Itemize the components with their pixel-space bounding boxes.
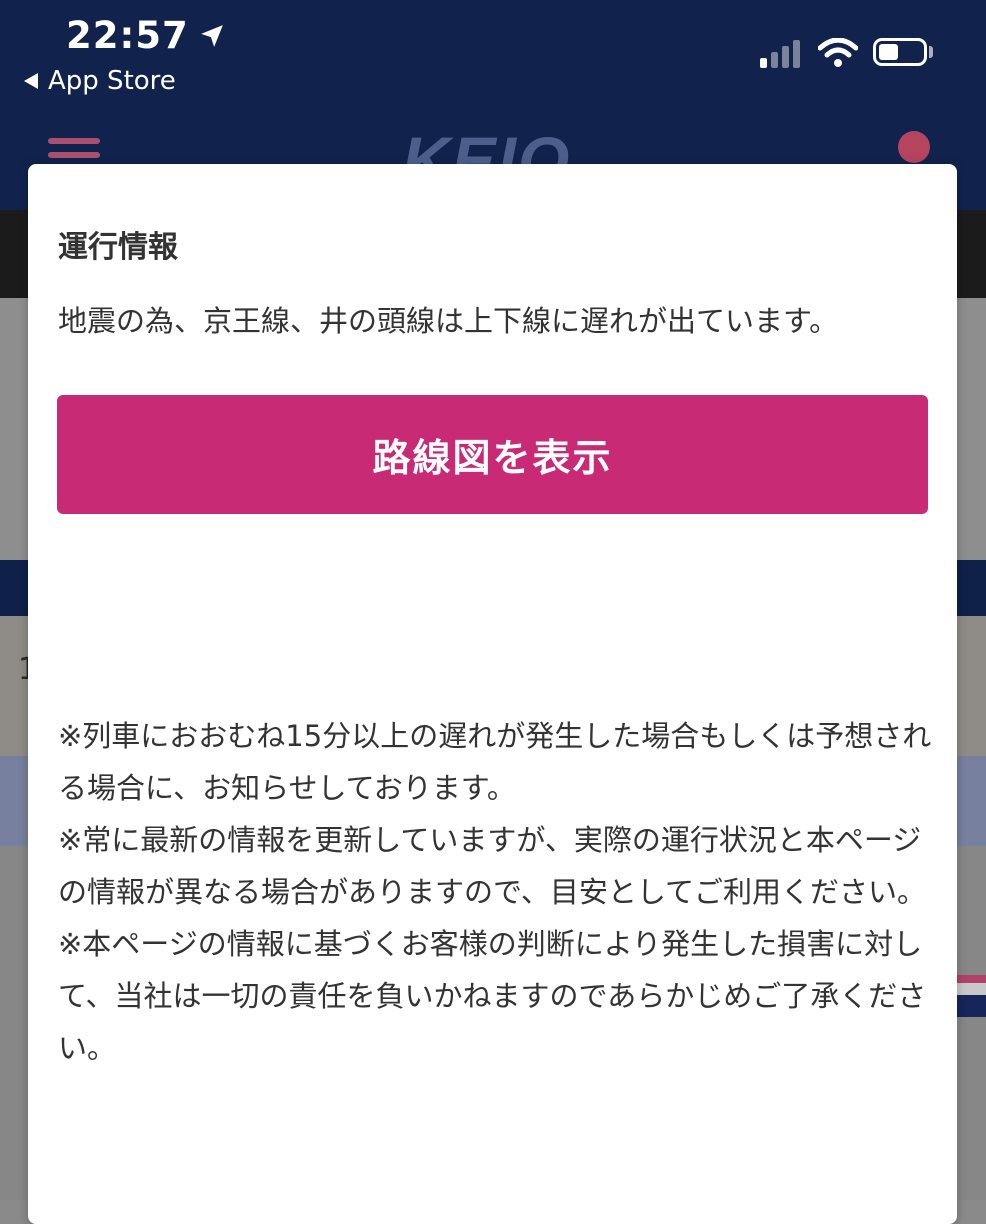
location-arrow-icon bbox=[200, 24, 223, 47]
back-arrow-icon bbox=[24, 73, 38, 89]
line-stripe-pink bbox=[955, 975, 986, 983]
line-stripe-navy bbox=[955, 995, 986, 1017]
notification-dot-icon[interactable] bbox=[898, 131, 930, 163]
modal-title: 運行情報 bbox=[58, 230, 178, 265]
status-message: 地震の為、京王線、井の頭線は上下線に遅れが出ています。 bbox=[58, 304, 839, 338]
wifi-icon bbox=[818, 38, 858, 67]
cellular-signal-icon bbox=[760, 40, 800, 68]
disclaimer-notes: ※列車におおむね15分以上の遅れが発生した場合もしくは予想される場合に、お知らせ… bbox=[58, 710, 938, 1074]
disclaimer-note: ※列車におおむね15分以上の遅れが発生した場合もしくは予想される場合に、お知らせ… bbox=[58, 719, 932, 805]
battery-icon bbox=[873, 38, 927, 66]
battery-cap bbox=[929, 46, 933, 58]
battery-level bbox=[879, 44, 898, 60]
operation-info-modal: 運行情報 地震の為、京王線、井の頭線は上下線に遅れが出ています。 路線図を表示 … bbox=[28, 164, 957, 1224]
clock-text: 22:57 bbox=[66, 14, 189, 57]
disclaimer-note: ※本ページの情報に基づくお客様の判断により発生した損害に対して、当社は一切の責任… bbox=[58, 927, 927, 1065]
status-bar-time: 22:57 bbox=[66, 14, 225, 57]
line-stripe-white bbox=[955, 983, 986, 995]
back-app-label: App Store bbox=[48, 66, 176, 96]
show-route-map-button[interactable]: 路線図を表示 bbox=[57, 395, 928, 514]
disclaimer-note: ※常に最新の情報を更新していますが、実際の運行状況と本ページの情報が異なる場合が… bbox=[58, 823, 926, 909]
back-to-app-store[interactable]: App Store bbox=[24, 66, 176, 96]
